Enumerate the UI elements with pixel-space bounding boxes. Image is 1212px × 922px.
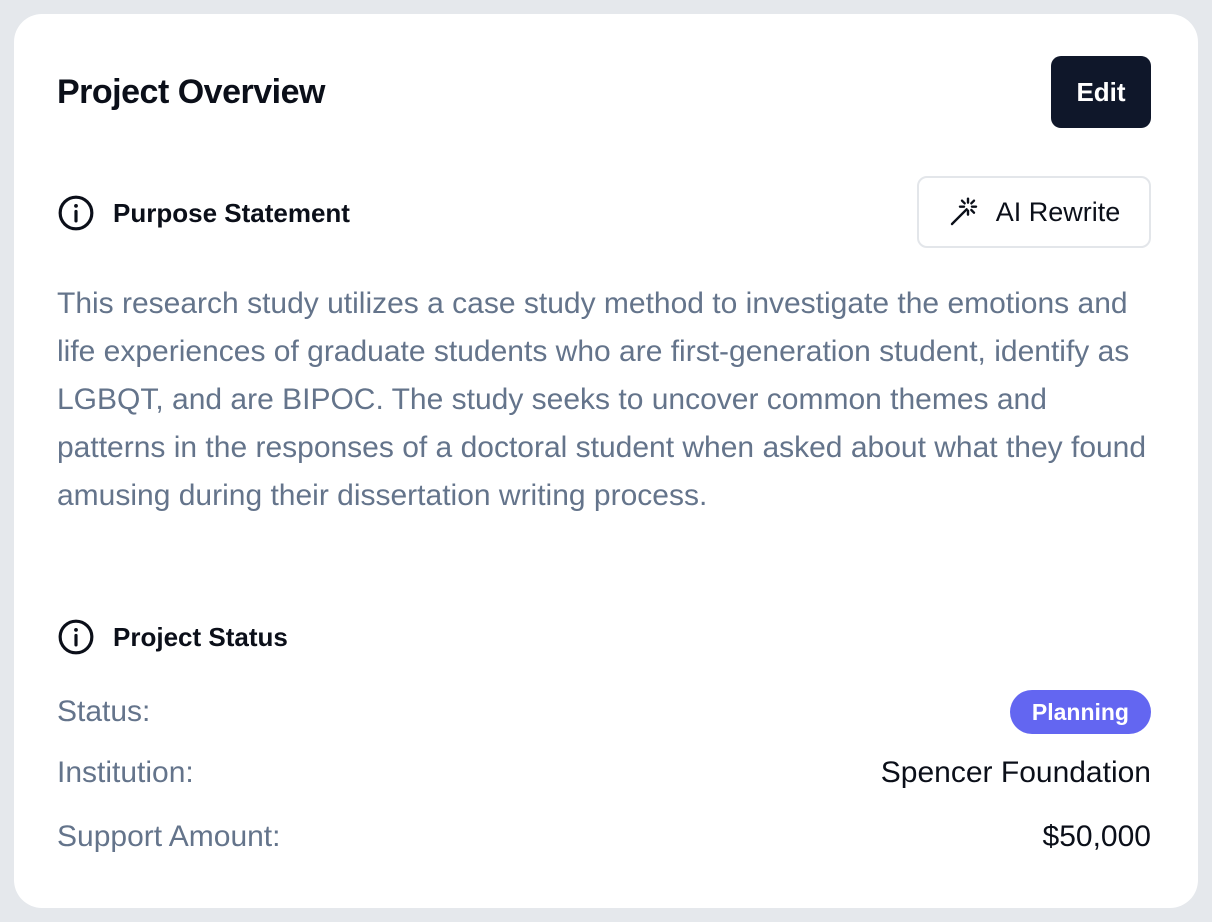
institution-value: Spencer Foundation [880,756,1151,789]
edit-button[interactable]: Edit [1051,56,1151,128]
ai-rewrite-label: AI Rewrite [995,196,1121,227]
status-badge: Planning [1009,690,1151,734]
magic-wand-icon [950,197,977,226]
support-amount-label: Support Amount: [57,820,281,853]
institution-label: Institution: [57,756,194,789]
info-icon [58,619,94,655]
ai-rewrite-button[interactable]: AI Rewrite [917,176,1151,248]
institution-row: Institution: Spencer Foundation [57,756,1151,790]
purpose-statement-text: This research study utilizes a case stud… [57,287,1147,512]
support-amount-value: $50,000 [1042,820,1151,853]
purpose-statement-heading: Purpose Statement [113,197,350,228]
project-status-header: Project Status [57,618,288,656]
project-status-heading: Project Status [113,621,288,652]
status-row: Status: Planning [57,690,1151,734]
purpose-statement-header: Purpose Statement [57,194,350,232]
status-label: Status: [57,695,151,728]
info-icon [58,195,94,231]
support-amount-row: Support Amount: $50,000 [57,820,1151,854]
project-overview-card: Project Overview Edit Purpose Statement … [14,14,1198,908]
page-title: Project Overview [57,73,325,111]
